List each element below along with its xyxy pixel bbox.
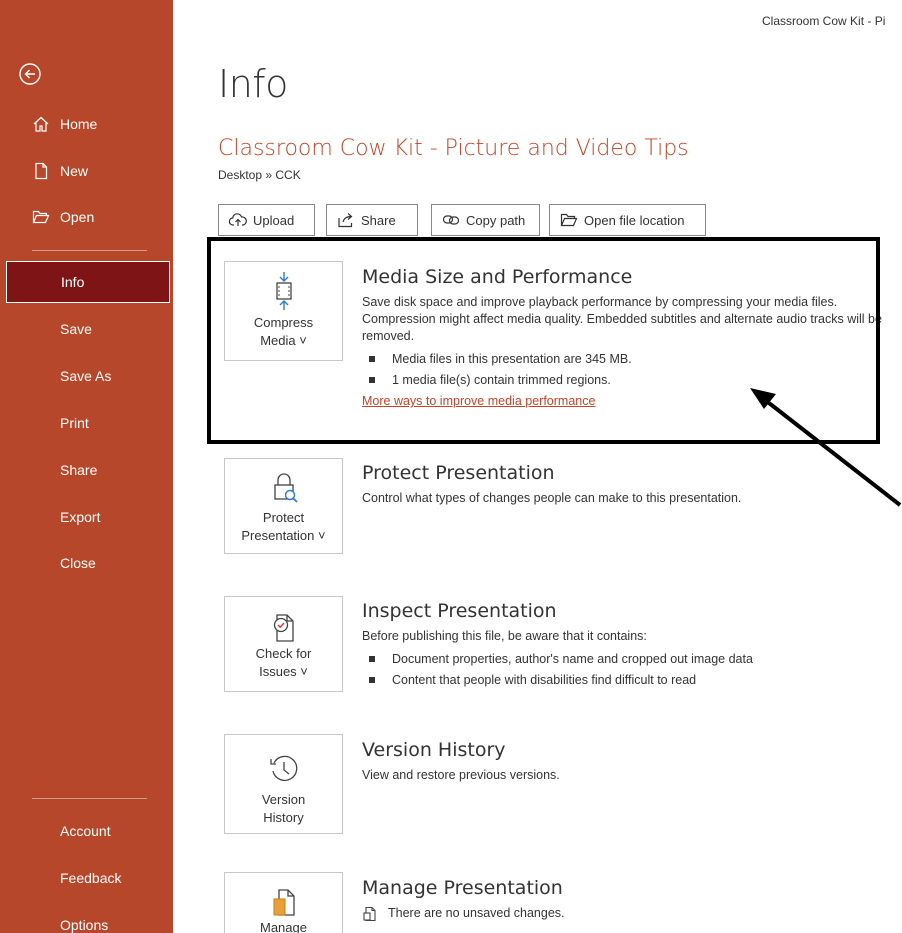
sidebar-item-account[interactable]: Account	[0, 811, 173, 851]
list-item: Document properties, author's name and c…	[362, 649, 892, 670]
sidebar-item-label: Open	[60, 209, 95, 225]
inspect-bullets: Document properties, author's name and c…	[362, 649, 892, 691]
sidebar-item-label: Info	[61, 274, 85, 290]
sidebar-item-label: Share	[60, 462, 98, 478]
sidebar-item-label: Feedback	[60, 870, 122, 886]
compress-media-button[interactable]: Compress Media ˅	[224, 261, 343, 361]
media-section: Media Size and Performance Save disk spa…	[362, 266, 892, 410]
sidebar-item-label: Account	[60, 823, 111, 839]
manage-description-row: There are no unsaved changes.	[362, 905, 892, 922]
check-issues-label-line1: Check for	[255, 646, 312, 661]
open-file-location-button[interactable]: Open file location	[549, 204, 706, 236]
sidebar-item-options[interactable]: Options	[0, 905, 173, 933]
inspect-heading: Inspect Presentation	[362, 600, 557, 622]
sidebar-item-label: Options	[60, 917, 109, 933]
protect-section: Protect Presentation Control what types …	[362, 462, 892, 507]
sidebar-item-new[interactable]: New	[0, 151, 173, 191]
sidebar-item-info[interactable]: Info	[6, 261, 170, 303]
manage-presentation-button[interactable]: Manage	[224, 872, 343, 933]
new-file-icon	[32, 162, 50, 180]
version-description: View and restore previous versions.	[362, 768, 560, 782]
upload-icon	[229, 213, 247, 226]
folder-open-icon	[560, 213, 578, 227]
list-item: Media files in this presentation are 345…	[362, 349, 892, 370]
copy-path-button[interactable]: Copy path	[431, 204, 540, 236]
check-issues-label-line2: Issues ˅	[259, 664, 308, 679]
compress-media-label-line2: Media ˅	[260, 333, 307, 348]
sidebar-divider	[32, 798, 147, 799]
upload-button[interactable]: Upload	[218, 204, 315, 236]
share-button[interactable]: Share	[326, 204, 418, 236]
check-document-icon	[273, 614, 294, 642]
manage-description: There are no unsaved changes.	[388, 906, 565, 920]
back-arrow-icon[interactable]	[18, 62, 42, 86]
sidebar-item-label: Save As	[60, 368, 112, 384]
sidebar-divider	[32, 250, 147, 251]
share-icon	[338, 213, 353, 228]
version-section: Version History View and restore previou…	[362, 739, 892, 784]
window-title: Classroom Cow Kit - Pi	[762, 14, 886, 28]
sidebar-item-label: Export	[60, 509, 101, 525]
version-heading: Version History	[362, 739, 506, 761]
compress-media-label-line1: Compress	[253, 315, 314, 330]
media-description: Save disk space and improve playback per…	[362, 295, 882, 343]
share-label: Share	[361, 212, 396, 228]
document-icon	[363, 906, 376, 921]
sidebar-item-open[interactable]: Open	[0, 197, 173, 237]
inspect-section: Inspect Presentation Before publishing t…	[362, 600, 892, 691]
manage-heading: Manage Presentation	[362, 877, 563, 899]
sidebar-item-feedback[interactable]: Feedback	[0, 858, 173, 898]
compress-media-icon	[275, 272, 292, 310]
sidebar-item-print[interactable]: Print	[0, 403, 173, 443]
document-title: Classroom Cow Kit - Picture and Video Ti…	[218, 136, 689, 161]
version-label-line1: Version	[261, 792, 306, 807]
sidebar-item-home[interactable]: Home	[0, 104, 173, 144]
lock-search-icon	[273, 473, 298, 503]
sidebar-item-close[interactable]: Close	[0, 543, 173, 583]
page-title: Info	[218, 62, 288, 106]
version-history-button[interactable]: Version History	[224, 734, 343, 834]
sidebar-item-label: New	[60, 163, 89, 179]
sidebar-item-label: Save	[60, 321, 92, 337]
sidebar-item-share[interactable]: Share	[0, 450, 173, 490]
sidebar-item-save-as[interactable]: Save As	[0, 356, 173, 396]
open-file-location-label: Open file location	[584, 212, 685, 228]
folder-open-icon	[32, 208, 50, 226]
check-for-issues-button[interactable]: Check for Issues ˅	[224, 596, 343, 692]
sidebar-item-export[interactable]: Export	[0, 497, 173, 537]
sidebar-item-label: Home	[60, 116, 98, 132]
protect-label-line1: Protect	[262, 510, 305, 525]
upload-label: Upload	[253, 212, 295, 228]
protect-description: Control what types of changes people can…	[362, 491, 742, 505]
inspect-description: Before publishing this file, be aware th…	[362, 629, 647, 643]
protect-heading: Protect Presentation	[362, 462, 555, 484]
manage-section: Manage Presentation There are no unsaved…	[362, 877, 892, 922]
link-icon	[442, 215, 460, 225]
manage-label-line1: Manage	[260, 920, 307, 933]
list-item: 1 media file(s) contain trimmed regions.	[362, 370, 892, 391]
manage-document-icon	[273, 889, 295, 916]
sidebar-item-label: Close	[60, 555, 96, 571]
media-performance-link[interactable]: More ways to improve media performance	[362, 394, 595, 408]
history-clock-icon	[269, 755, 297, 782]
protect-label-line2: Presentation ˅	[241, 528, 326, 543]
home-icon	[32, 115, 50, 133]
media-bullets: Media files in this presentation are 345…	[362, 349, 892, 391]
protect-presentation-button[interactable]: Protect Presentation ˅	[224, 458, 343, 554]
sidebar-item-save[interactable]: Save	[0, 309, 173, 349]
sidebar-item-label: Print	[60, 415, 89, 431]
list-item: Content that people with disabilities fi…	[362, 670, 892, 691]
media-heading: Media Size and Performance	[362, 266, 633, 288]
backstage-sidebar: Home New Open Info Save Save As Print Sh…	[0, 0, 173, 933]
copy-path-label: Copy path	[466, 212, 526, 228]
breadcrumb: Desktop » CCK	[218, 168, 301, 182]
version-label-line2: History	[263, 810, 304, 825]
